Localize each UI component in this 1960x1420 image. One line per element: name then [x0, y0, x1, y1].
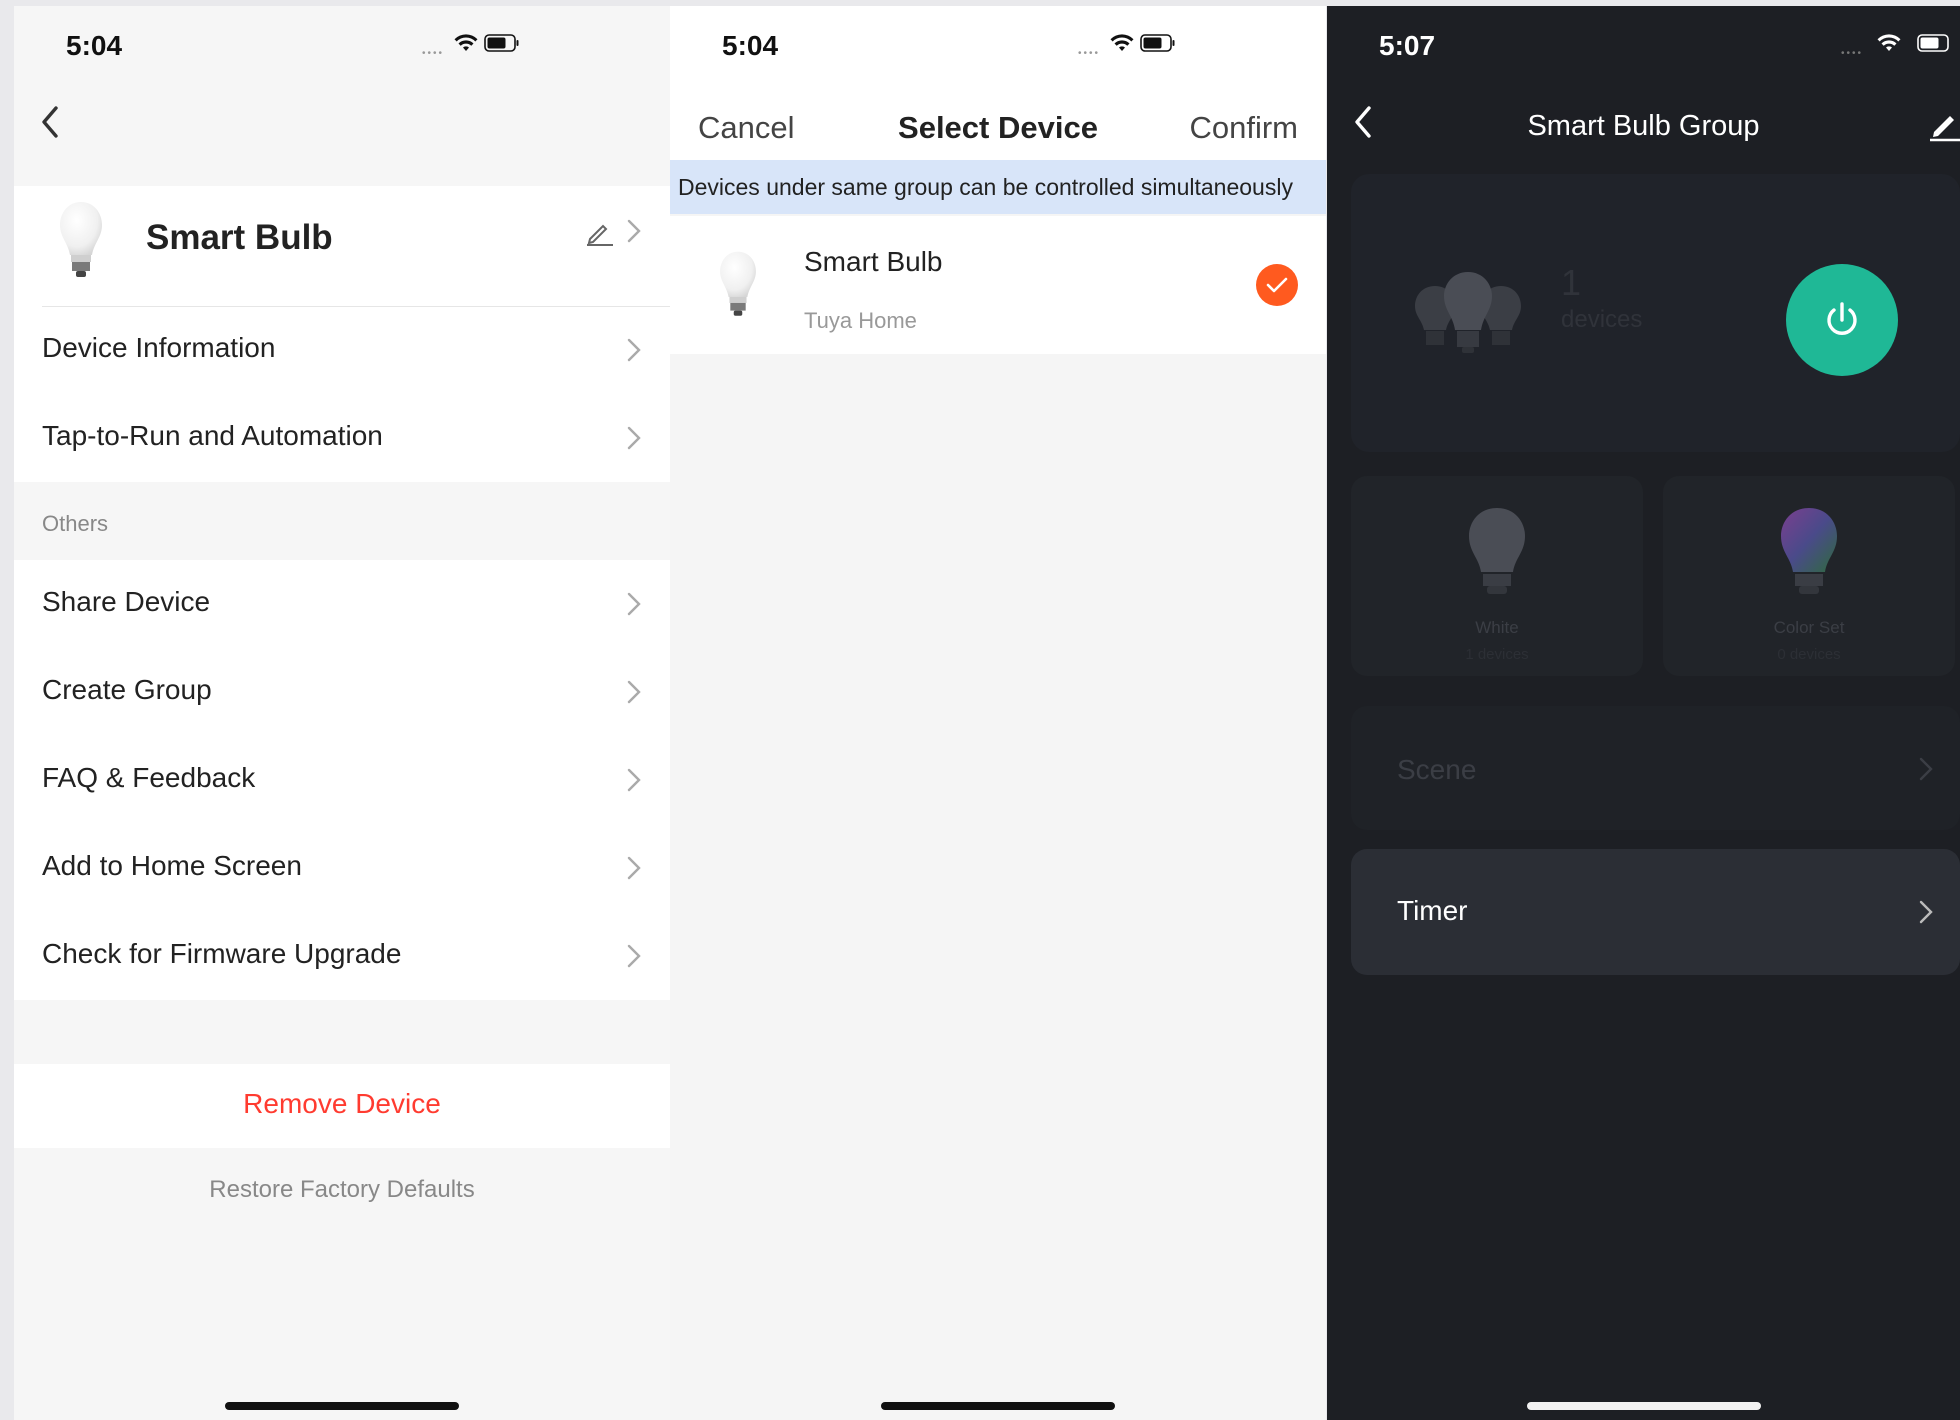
navigation-bar: Cancel Select Device Confirm — [670, 86, 1326, 166]
status-time: 5:04 — [66, 30, 123, 61]
row-label: Tap-to-Run and Automation — [42, 420, 383, 451]
white-mode-card[interactable]: White 1 devices — [1351, 476, 1643, 676]
remove-device-button[interactable]: Remove Device — [14, 1064, 670, 1148]
device-count: 1 — [1561, 262, 1582, 303]
divider — [42, 306, 670, 307]
group-bulbs-icon — [1415, 272, 1521, 353]
device-settings-screen: 5:04 •••• Smart Bulb Device Information … — [14, 6, 670, 1420]
home-indicator — [225, 1402, 459, 1410]
scene-row[interactable]: Scene — [1351, 706, 1960, 830]
device-header[interactable]: Smart Bulb — [14, 186, 670, 306]
row-create-group[interactable]: Create Group — [14, 648, 670, 736]
chevron-right-icon — [627, 338, 641, 362]
row-firmware-upgrade[interactable]: Check for Firmware Upgrade — [14, 912, 670, 1000]
status-time: 5:07 — [1379, 30, 1436, 61]
battery-icon — [1140, 34, 1175, 52]
signal-dots-icon: •••• — [1078, 48, 1101, 59]
row-add-to-home-screen[interactable]: Add to Home Screen — [14, 824, 670, 912]
device-count-label: devices — [1561, 306, 1643, 333]
row-label: Create Group — [42, 674, 212, 705]
back-button[interactable] — [36, 102, 70, 146]
chevron-right-icon — [1919, 757, 1933, 781]
color-set-mode-card[interactable]: Color Set 0 devices — [1663, 476, 1955, 676]
mode-device-count: 1 devices — [1465, 646, 1529, 663]
chevron-right-icon — [627, 219, 641, 243]
bulb-icon — [60, 202, 102, 277]
others-group: Share Device Create Group FAQ & Feedback… — [14, 560, 670, 1000]
row-device-information[interactable]: Device Information — [14, 306, 670, 394]
status-bar: 5:04 •••• — [14, 6, 670, 86]
timer-row[interactable]: Timer — [1351, 849, 1960, 975]
status-time: 5:04 — [722, 30, 779, 61]
scene-label: Scene — [1397, 754, 1477, 785]
row-tap-to-run[interactable]: Tap-to-Run and Automation — [14, 394, 670, 482]
mode-device-count: 0 devices — [1777, 646, 1841, 663]
selected-checkbox[interactable] — [1256, 264, 1298, 306]
chevron-left-icon — [42, 106, 58, 138]
group-summary-card: 1 devices — [1351, 174, 1960, 452]
home-indicator — [1526, 1402, 1761, 1410]
signal-dots-icon: •••• — [422, 48, 445, 59]
row-label: Check for Firmware Upgrade — [42, 938, 402, 969]
power-icon — [1827, 302, 1857, 335]
chevron-right-icon — [627, 944, 641, 968]
mode-label: White — [1475, 618, 1519, 637]
edit-icon[interactable] — [586, 220, 614, 246]
device-options-group: Device Information Tap-to-Run and Automa… — [14, 306, 670, 482]
row-label: Share Device — [42, 586, 211, 617]
page-title: Smart Bulb Group — [1527, 110, 1760, 142]
row-share-device[interactable]: Share Device — [14, 560, 670, 648]
confirm-button[interactable]: Confirm — [1189, 110, 1298, 146]
chevron-right-icon — [627, 768, 641, 792]
group-control-screen: 5:07 •••• Smart Bulb Group 1 devices Whi… — [1327, 6, 1960, 1420]
chevron-right-icon — [627, 680, 641, 704]
row-label: Device Information — [42, 332, 276, 363]
signal-dots-icon: •••• — [1841, 48, 1864, 59]
remove-device-label: Remove Device — [243, 1088, 441, 1119]
device-home: Tuya Home — [804, 308, 917, 333]
row-faq-feedback[interactable]: FAQ & Feedback — [14, 736, 670, 824]
row-label: Add to Home Screen — [42, 850, 302, 881]
chevron-right-icon — [627, 592, 641, 616]
checkmark-icon — [1266, 277, 1288, 293]
status-bar: 5:07 •••• — [1327, 6, 1960, 86]
select-device-screen: 5:04 •••• Cancel Select Device Confirm D… — [670, 6, 1326, 1420]
restore-factory-defaults-link[interactable]: Restore Factory Defaults — [14, 1176, 670, 1204]
timer-label: Timer — [1397, 895, 1468, 926]
navigation-bar: Smart Bulb Group — [1327, 86, 1960, 166]
bulb-icon — [720, 251, 756, 316]
chevron-right-icon — [1919, 900, 1933, 924]
wifi-icon — [454, 34, 478, 51]
info-banner: Devices under same group can be controll… — [670, 160, 1326, 214]
wifi-icon — [1877, 34, 1901, 51]
home-indicator — [881, 1402, 1115, 1410]
battery-icon — [1917, 34, 1949, 52]
color-bulb-icon — [1781, 508, 1837, 594]
edit-icon[interactable] — [1926, 108, 1960, 142]
power-button[interactable] — [1786, 264, 1898, 376]
chevron-right-icon — [627, 426, 641, 450]
row-label: FAQ & Feedback — [42, 762, 256, 793]
info-banner-text: Devices under same group can be controll… — [678, 174, 1293, 200]
chevron-right-icon — [627, 856, 641, 880]
device-name: Smart Bulb — [146, 218, 333, 257]
battery-icon — [484, 34, 519, 52]
section-header-others: Others — [42, 511, 109, 536]
white-bulb-icon — [1469, 508, 1525, 594]
status-bar: 5:04 •••• — [670, 6, 1326, 86]
mode-label: Color Set — [1773, 618, 1845, 637]
device-list-item[interactable]: Smart Bulb Tuya Home — [670, 216, 1326, 354]
device-name: Smart Bulb — [804, 246, 943, 277]
wifi-icon — [1110, 34, 1134, 51]
